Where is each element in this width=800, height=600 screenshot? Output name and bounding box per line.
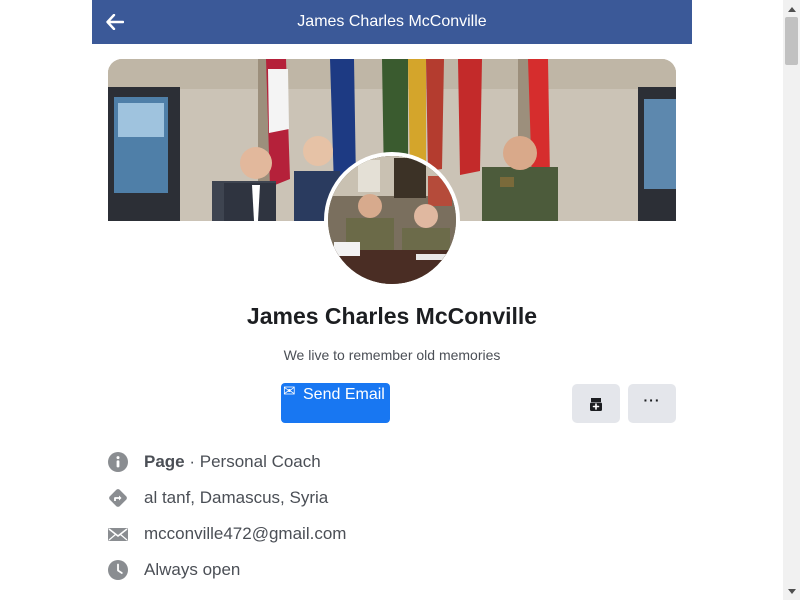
save-button[interactable] xyxy=(572,384,620,423)
profile-bio: We live to remember old memories xyxy=(283,347,501,363)
back-button[interactable] xyxy=(100,7,130,37)
envelope-icon: ✉ xyxy=(283,383,296,400)
page-title: James Charles McConville xyxy=(297,13,487,30)
caret-down-icon xyxy=(787,588,796,594)
scrollbar-thumb[interactable] xyxy=(785,17,798,65)
bookmark-add-icon xyxy=(590,397,602,411)
directions-icon xyxy=(108,488,128,508)
clock-icon xyxy=(108,560,128,580)
caret-up-icon xyxy=(787,6,796,12)
scroll-down-button[interactable] xyxy=(783,583,800,600)
info-row-location: al tanf, Damascus, Syria xyxy=(108,480,676,516)
page-type-label: Page xyxy=(144,452,185,471)
hours-text: Always open xyxy=(144,560,241,579)
profile-picture[interactable] xyxy=(324,152,460,288)
top-bar: James Charles McConville xyxy=(92,0,692,44)
category-value: Personal Coach xyxy=(199,452,321,471)
profile-name: James Charles McConville xyxy=(246,303,538,329)
email-text[interactable]: mcconville472@gmail.com xyxy=(144,524,346,544)
arrow-left-icon xyxy=(106,14,124,30)
info-row-hours: Always open xyxy=(108,552,676,588)
location-text: al tanf, Damascus, Syria xyxy=(144,488,329,507)
send-email-button[interactable]: ✉ Send Email xyxy=(281,383,390,423)
more-dots-icon: ··· xyxy=(643,391,661,408)
envelope-icon xyxy=(108,524,128,544)
more-options-button[interactable]: ··· xyxy=(628,384,676,423)
info-list: Page · Personal Coach al tanf, Damascus,… xyxy=(108,444,676,588)
info-row-email: mcconville472@gmail.com xyxy=(108,516,676,552)
send-email-label: Send Email xyxy=(303,386,385,403)
info-row-category: Page · Personal Coach xyxy=(108,444,676,480)
category-text: Page · Personal Coach xyxy=(144,452,321,472)
scroll-up-button[interactable] xyxy=(783,0,800,17)
profile-page: James Charles McConville James Charles M… xyxy=(92,0,692,600)
info-icon xyxy=(108,452,128,472)
category-separator: · xyxy=(184,452,200,471)
vertical-scrollbar[interactable] xyxy=(783,0,800,600)
